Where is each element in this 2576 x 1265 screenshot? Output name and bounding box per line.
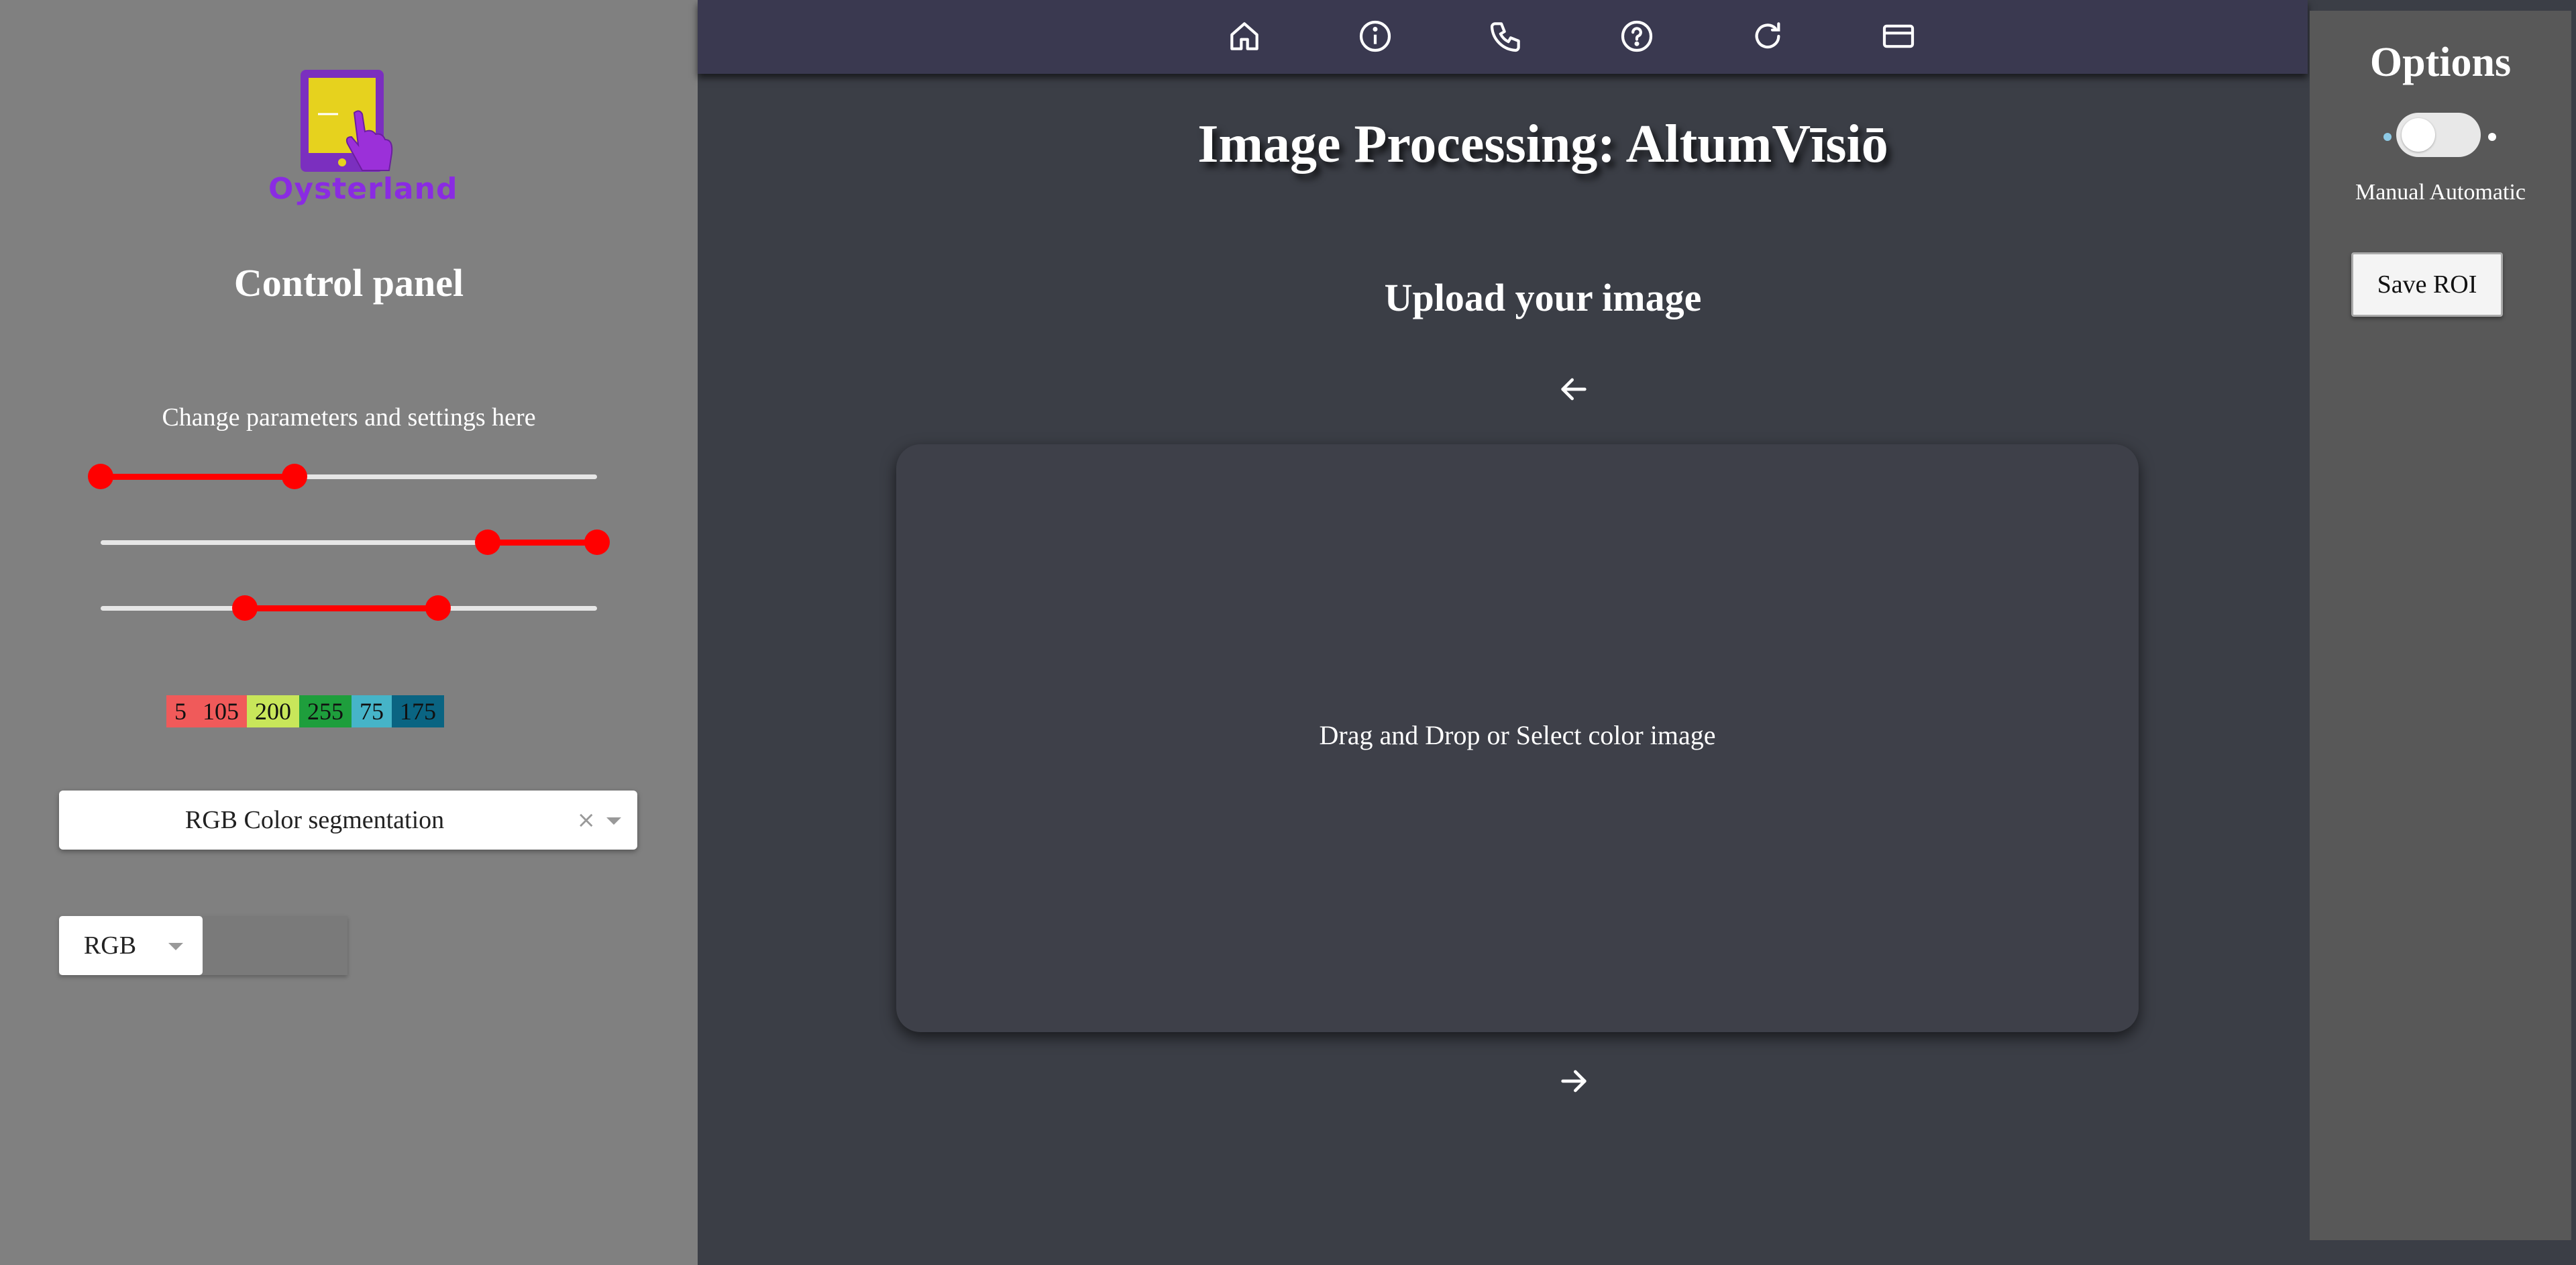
range-slider-1[interactable]	[88, 456, 597, 497]
page-title: Image Processing: AltumVīsiō	[1197, 115, 1888, 174]
color-value-swatch: 75	[352, 695, 392, 727]
arrow-left-icon[interactable]	[1555, 370, 1593, 408]
range-slider-2[interactable]	[101, 522, 610, 562]
oysterland-logo: Oysterland	[268, 66, 458, 210]
chevron-down-icon[interactable]	[168, 943, 183, 950]
color-value-swatch: 255	[299, 695, 352, 727]
clear-icon[interactable]: ×	[577, 791, 596, 850]
upload-heading: Upload your image	[1384, 276, 1702, 319]
save-roi-button[interactable]: Save ROI	[2351, 252, 2503, 317]
segmentation-select-value: RGB Color segmentation	[184, 806, 445, 834]
manual-indicator-dot	[2383, 133, 2392, 141]
options-panel: Options Manual Automatic Save ROI	[2310, 11, 2571, 1240]
color-space-select-value: RGB	[83, 931, 137, 960]
logo-text: Oysterland	[268, 172, 458, 206]
home-icon[interactable]	[1226, 17, 1263, 55]
slider-handle-high[interactable]	[281, 464, 307, 489]
color-value-swatch: 105	[195, 695, 247, 727]
tablet-hand-icon	[301, 70, 393, 172]
slider-handle-low[interactable]	[475, 529, 501, 555]
panel-subtitle: Change parameters and settings here	[162, 403, 536, 432]
refresh-icon[interactable]	[1749, 17, 1786, 55]
color-values-strip: 5 105 200 255 75 175	[166, 695, 444, 727]
image-dropzone[interactable]: Drag and Drop or Select color image	[896, 444, 2139, 1032]
mode-toggle[interactable]	[2396, 113, 2481, 157]
toggle-knob[interactable]	[2402, 118, 2435, 152]
slider-handle-high[interactable]	[425, 595, 451, 621]
phone-icon[interactable]	[1487, 17, 1525, 55]
control-panel: Oysterland Control panel Change paramete…	[0, 0, 698, 1265]
slider-track	[244, 605, 439, 611]
chevron-down-icon[interactable]	[606, 817, 621, 825]
color-value-swatch: 200	[247, 695, 299, 727]
top-navbar	[698, 0, 2308, 74]
color-value-swatch: 5	[166, 695, 195, 727]
color-space-control: RGB	[59, 916, 347, 975]
color-space-select[interactable]: RGB	[59, 916, 203, 975]
arrow-right-icon[interactable]	[1555, 1062, 1593, 1100]
help-icon[interactable]	[1618, 17, 1656, 55]
mode-label: Manual Automatic	[2355, 180, 2526, 205]
options-title: Options	[2369, 40, 2512, 85]
slider-handle-low[interactable]	[231, 595, 258, 621]
automatic-indicator-dot	[2488, 133, 2496, 141]
slider-handle-low[interactable]	[88, 464, 113, 489]
info-icon[interactable]	[1356, 17, 1394, 55]
color-value-swatch: 175	[392, 695, 444, 727]
slider-track	[101, 474, 294, 480]
segmentation-select[interactable]: RGB Color segmentation ×	[59, 791, 637, 850]
slider-track	[488, 540, 597, 546]
slider-handle-high[interactable]	[584, 529, 610, 555]
panel-title: Control panel	[233, 261, 464, 305]
range-slider-3[interactable]	[101, 588, 597, 628]
card-icon[interactable]	[1880, 17, 1917, 55]
dropzone-text: Drag and Drop or Select color image	[1319, 720, 1716, 750]
